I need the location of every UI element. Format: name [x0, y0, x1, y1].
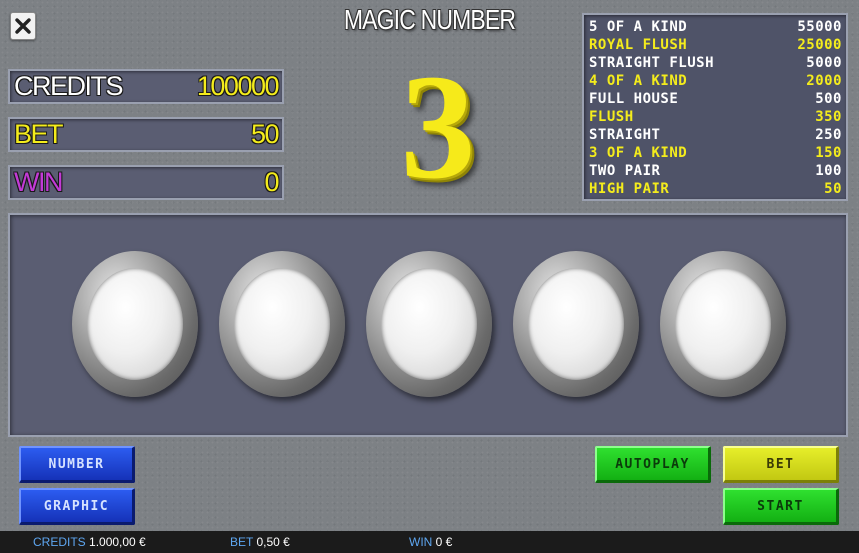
paytable-payout: 25000 — [797, 37, 842, 53]
status-win-label: WIN — [409, 535, 433, 549]
status-credits: CREDITS 1.000,00 € — [33, 531, 146, 553]
slot-face — [675, 268, 771, 380]
paytable-payout: 100 — [815, 163, 842, 179]
paytable-hand: STRAIGHT FLUSH — [589, 55, 715, 71]
paytable-row: FULL HOUSE 500 — [589, 90, 842, 108]
paytable-payout: 150 — [815, 145, 842, 161]
bet-label: BET — [14, 119, 64, 149]
paytable-hand: FULL HOUSE — [589, 91, 679, 107]
paytable-payout: 5000 — [806, 55, 842, 71]
paytable: 5 OF A KIND 55000 ROYAL FLUSH 25000 STRA… — [582, 13, 848, 201]
paytable-row: FLUSH 350 — [589, 108, 842, 126]
status-bet-value: 0,50 € — [256, 535, 290, 549]
bet-button[interactable]: BET — [723, 446, 839, 483]
status-bet: BET 0,50 € — [230, 531, 290, 553]
paytable-hand: FLUSH — [589, 109, 634, 125]
slot-face — [234, 268, 330, 380]
slot-face — [528, 268, 624, 380]
paytable-hand: 5 OF A KIND — [589, 19, 688, 35]
number-button[interactable]: NUMBER — [19, 446, 135, 483]
paytable-payout: 55000 — [797, 19, 842, 35]
paytable-row: 3 OF A KIND 150 — [589, 144, 842, 162]
status-credits-label: CREDITS — [33, 535, 86, 549]
paytable-hand: HIGH PAIR — [589, 181, 670, 197]
paytable-row: TWO PAIR 100 — [589, 162, 842, 180]
win-panel: WIN 0 — [8, 165, 284, 200]
status-win-value: 0 € — [435, 535, 453, 549]
paytable-row: STRAIGHT 250 — [589, 126, 842, 144]
status-bar: CREDITS 1.000,00 € BET 0,50 € WIN 0 € — [0, 531, 859, 553]
close-button[interactable] — [10, 12, 36, 40]
paytable-row: STRAIGHT FLUSH 5000 — [589, 54, 842, 72]
win-value: 0 — [264, 167, 279, 197]
paytable-payout: 50 — [824, 181, 842, 197]
paytable-row: 4 OF A KIND 2000 — [589, 72, 842, 90]
slot-face — [87, 268, 183, 380]
graphic-button[interactable]: GRAPHIC — [19, 488, 135, 525]
play-area — [8, 213, 848, 437]
number-slot-4[interactable] — [513, 251, 639, 397]
bet-panel: BET 50 — [8, 117, 284, 152]
autoplay-button[interactable]: AUTOPLAY — [595, 446, 711, 483]
status-credits-value: 1.000,00 € — [89, 535, 146, 549]
paytable-hand: 4 OF A KIND — [589, 73, 688, 89]
paytable-hand: 3 OF A KIND — [589, 145, 688, 161]
paytable-hand: STRAIGHT — [589, 127, 661, 143]
paytable-payout: 2000 — [806, 73, 842, 89]
number-slot-3[interactable] — [366, 251, 492, 397]
status-win: WIN 0 € — [409, 531, 452, 553]
paytable-hand: TWO PAIR — [589, 163, 661, 179]
close-icon — [15, 18, 31, 34]
paytable-row: ROYAL FLUSH 25000 — [589, 36, 842, 54]
credits-label: CREDITS — [14, 71, 124, 101]
paytable-payout: 500 — [815, 91, 842, 107]
paytable-payout: 350 — [815, 109, 842, 125]
paytable-row: HIGH PAIR 50 — [589, 180, 842, 198]
slot-face — [381, 268, 477, 380]
credits-value: 100000 — [196, 71, 280, 101]
magic-number-display: 3 — [400, 44, 476, 210]
number-slot-5[interactable] — [660, 251, 786, 397]
paytable-hand: ROYAL FLUSH — [589, 37, 688, 53]
win-label: WIN — [14, 167, 63, 197]
number-slot-1[interactable] — [72, 251, 198, 397]
bet-value: 50 — [250, 119, 280, 149]
paytable-payout: 250 — [815, 127, 842, 143]
status-bet-label: BET — [230, 535, 254, 549]
credits-panel: CREDITS 100000 — [8, 69, 284, 104]
number-slot-2[interactable] — [219, 251, 345, 397]
paytable-row: 5 OF A KIND 55000 — [589, 18, 842, 36]
start-button[interactable]: START — [723, 488, 839, 525]
